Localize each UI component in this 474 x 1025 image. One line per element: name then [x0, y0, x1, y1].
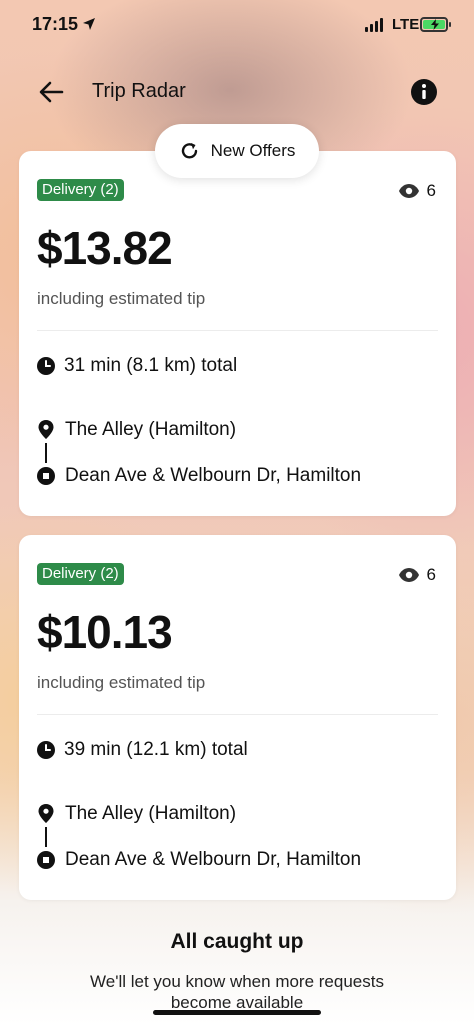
pin-icon [38, 420, 54, 439]
pickup-stop: The Alley (Hamilton) [37, 803, 236, 825]
refresh-icon [181, 143, 197, 159]
page-title: Trip Radar [92, 80, 186, 102]
offer-card[interactable]: Delivery (2) 6 $10.13 including estimate… [19, 535, 456, 900]
clock-icon [37, 741, 55, 759]
delivery-badge: Delivery (2) [37, 563, 124, 585]
pickup-name: The Alley (Hamilton) [65, 419, 237, 440]
new-offers-label: New Offers [210, 141, 296, 160]
info-icon [411, 79, 437, 105]
pickup-name: The Alley (Hamilton) [65, 803, 237, 824]
view-count-value: 6 [426, 181, 436, 200]
location-arrow-icon [83, 18, 95, 30]
status-time: 17:15 [32, 14, 79, 34]
info-button[interactable] [410, 78, 438, 106]
view-count: 6 [398, 181, 436, 201]
clock-icon [37, 357, 55, 375]
view-count: 6 [398, 565, 436, 585]
pickup-stop: The Alley (Hamilton) [37, 419, 236, 441]
network-type: LTE [392, 16, 420, 33]
tip-note: including estimated tip [37, 289, 206, 308]
offer-card[interactable]: Delivery (2) 6 $13.82 including estimate… [19, 151, 456, 516]
dropoff-stop: Dean Ave & Welbourn Dr, Hamilton [37, 465, 361, 487]
divider [37, 714, 438, 715]
signal-icon [365, 18, 383, 32]
square-stop-icon [37, 851, 55, 869]
tip-note: including estimated tip [37, 673, 206, 692]
eye-icon [398, 184, 419, 198]
trip-duration-text: 39 min (12.1 km) total [64, 739, 248, 760]
dropoff-address: Dean Ave & Welbourn Dr, Hamilton [65, 465, 362, 486]
back-arrow-icon [39, 81, 64, 103]
route-line [45, 443, 47, 463]
trip-duration-text: 31 min (8.1 km) total [64, 355, 238, 376]
view-count-value: 6 [426, 565, 436, 584]
delivery-badge: Delivery (2) [37, 179, 124, 201]
home-indicator[interactable] [153, 1010, 321, 1015]
offer-price: $10.13 [37, 606, 173, 658]
trip-duration: 39 min (12.1 km) total [37, 739, 248, 761]
caught-up-title: All caught up [170, 930, 304, 953]
dropoff-address: Dean Ave & Welbourn Dr, Hamilton [65, 849, 362, 870]
square-stop-icon [37, 467, 55, 485]
dropoff-stop: Dean Ave & Welbourn Dr, Hamilton [37, 849, 361, 871]
caught-up-subtitle: We'll let you know when more requests be… [90, 972, 384, 1012]
route-line [45, 827, 47, 847]
back-button[interactable] [36, 78, 66, 108]
new-offers-button[interactable]: New Offers [155, 124, 319, 178]
header: Trip Radar [0, 70, 474, 114]
pin-icon [38, 804, 54, 823]
offer-price: $13.82 [37, 222, 173, 274]
eye-icon [398, 568, 419, 582]
divider [37, 330, 438, 331]
battery-icon [420, 17, 451, 32]
status-bar: 17:15 LTE [0, 0, 474, 52]
trip-duration: 31 min (8.1 km) total [37, 355, 237, 377]
